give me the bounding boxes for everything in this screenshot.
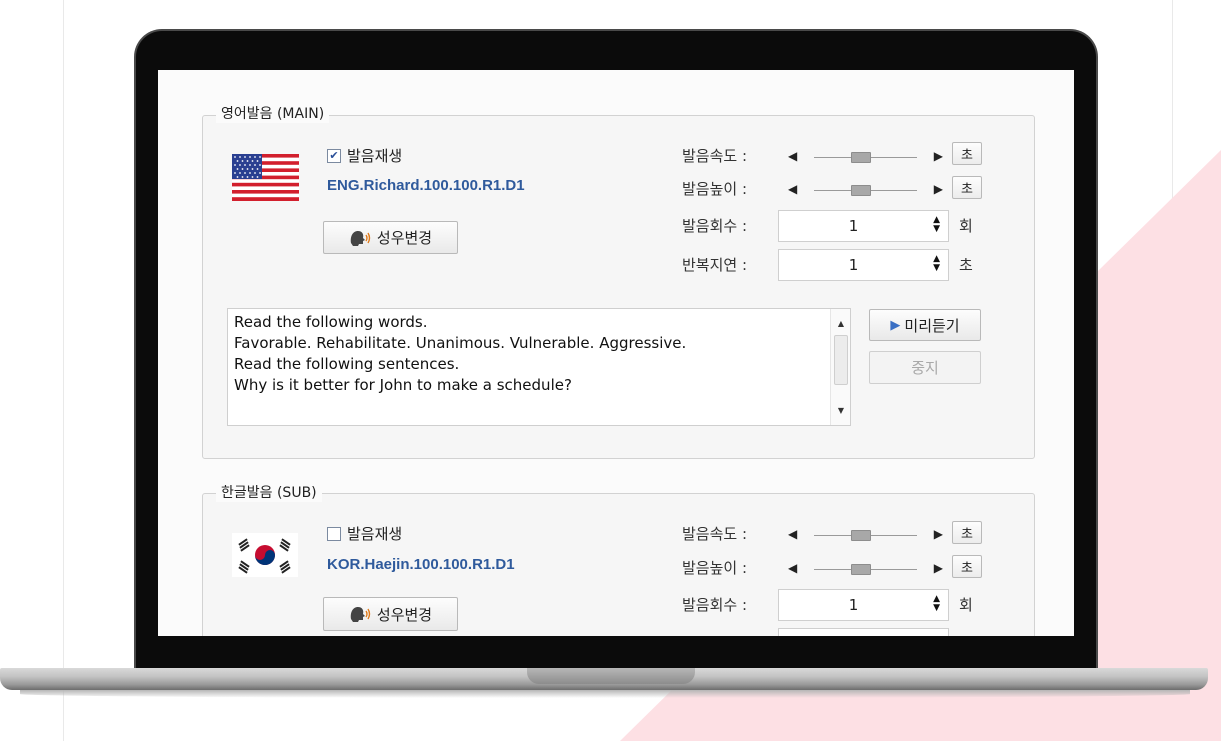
main-speed-slider[interactable]: ◀ ▶ — [788, 147, 943, 167]
sub-pitch-slider[interactable]: ◀ ▶ — [788, 559, 943, 579]
right-arrow-icon[interactable]: ▶ — [934, 182, 943, 196]
text-line: Read the following sentences. — [234, 355, 460, 373]
sub-play-label: 발음재생 — [347, 525, 403, 543]
main-change-voice-button[interactable]: 성우변경 — [323, 221, 458, 254]
sub-delay-spinner[interactable] — [778, 628, 949, 636]
main-speed-label: 발음속도 : — [682, 147, 748, 165]
main-speed-init-button[interactable]: 초 — [952, 142, 982, 165]
sub-speed-slider[interactable]: ◀ ▶ — [788, 525, 943, 545]
sub-count-value: 1 — [848, 596, 859, 614]
sub-speed-label: 발음속도 : — [682, 525, 748, 543]
main-count-unit: 회 — [959, 217, 973, 235]
preview-label: 미리듣기 — [904, 316, 960, 335]
kr-flag-icon — [232, 533, 298, 577]
right-arrow-icon[interactable]: ▶ — [934, 527, 943, 541]
scroll-up-icon[interactable]: ▲ — [831, 313, 850, 334]
main-count-label: 발음회수 : — [682, 217, 748, 235]
slider-thumb[interactable] — [851, 564, 871, 575]
text-line: Read the following words. — [234, 313, 428, 331]
spinner-arrows-icon[interactable]: ▲ ▼ — [933, 255, 940, 273]
main-delay-unit: 초 — [959, 256, 973, 274]
vertical-scrollbar[interactable]: ▲ ▼ — [830, 309, 850, 425]
main-text-input[interactable]: Read the following words. Favorable. Reh… — [227, 308, 851, 426]
laptop-shadow — [20, 690, 1190, 698]
spinner-arrows-icon[interactable]: ▲ ▼ — [933, 595, 940, 613]
main-pitch-label: 발음높이 : — [682, 180, 748, 198]
sub-count-unit: 회 — [959, 596, 973, 614]
text-line: Why is it better for John to make a sche… — [234, 376, 572, 394]
laptop-notch — [527, 668, 695, 684]
main-delay-label: 반복지연 : — [682, 256, 748, 274]
check-icon[interactable]: ✔ — [327, 148, 341, 163]
main-delay-value: 1 — [848, 256, 859, 274]
right-arrow-icon[interactable]: ▶ — [934, 561, 943, 575]
sub-change-voice-button[interactable]: 성우변경 — [323, 597, 458, 631]
main-pitch-init-button[interactable]: 초 — [952, 176, 982, 199]
slider-thumb[interactable] — [851, 152, 871, 163]
presentation-stage: 영어발음 (MAIN) ✔ 발음재생 ENG.Richard.100.100.R… — [0, 0, 1221, 741]
sub-play-checkbox[interactable]: 발음재생 — [327, 523, 402, 544]
checkbox-box[interactable] — [327, 526, 341, 541]
text-line: Favorable. Rehabilitate. Unanimous. Vuln… — [234, 334, 687, 352]
sub-speed-init-button[interactable]: 초 — [952, 521, 982, 544]
right-arrow-icon[interactable]: ▶ — [934, 149, 943, 163]
main-count-value: 1 — [848, 217, 859, 235]
sub-group-title: 한글발음 (SUB) — [216, 484, 322, 502]
sub-change-voice-label: 성우변경 — [376, 605, 433, 624]
speaker-head-icon — [350, 230, 371, 246]
main-change-voice-label: 성우변경 — [376, 229, 433, 247]
sub-voice-name: KOR.Haejin.100.100.R1.D1 — [327, 556, 515, 573]
left-arrow-icon[interactable]: ◀ — [788, 182, 797, 196]
scroll-thumb[interactable] — [834, 335, 848, 385]
left-arrow-icon[interactable]: ◀ — [788, 149, 797, 163]
stop-label: 중지 — [911, 359, 939, 377]
main-play-checkbox[interactable]: ✔ 발음재생 — [327, 145, 402, 166]
left-arrow-icon[interactable]: ◀ — [788, 527, 797, 541]
play-icon: ▶ — [890, 317, 901, 333]
speaker-head-icon — [350, 607, 371, 622]
sub-pitch-init-button[interactable]: 초 — [952, 555, 982, 578]
left-arrow-icon[interactable]: ◀ — [788, 561, 797, 575]
slider-thumb[interactable] — [851, 185, 871, 196]
spinner-arrows-icon[interactable]: ▲ ▼ — [933, 216, 940, 234]
sub-count-label: 발음회수 : — [682, 596, 748, 614]
slider-thumb[interactable] — [851, 530, 871, 541]
preview-button[interactable]: ▶ 미리듣기 — [869, 309, 981, 341]
main-group-title: 영어발음 (MAIN) — [216, 105, 330, 123]
main-play-label: 발음재생 — [347, 147, 403, 165]
main-count-spinner[interactable]: 1 ▲ ▼ — [778, 210, 949, 242]
main-pitch-slider[interactable]: ◀ ▶ — [788, 180, 943, 200]
sub-pitch-label: 발음높이 : — [682, 559, 748, 577]
stop-button[interactable]: 중지 — [869, 351, 981, 384]
main-delay-spinner[interactable]: 1 ▲ ▼ — [778, 249, 949, 281]
us-flag-icon — [232, 154, 299, 201]
main-voice-name: ENG.Richard.100.100.R1.D1 — [327, 177, 525, 194]
sub-count-spinner[interactable]: 1 ▲ ▼ — [778, 589, 949, 621]
scroll-down-icon[interactable]: ▼ — [831, 400, 850, 421]
app-window: 영어발음 (MAIN) ✔ 발음재생 ENG.Richard.100.100.R… — [158, 70, 1074, 636]
